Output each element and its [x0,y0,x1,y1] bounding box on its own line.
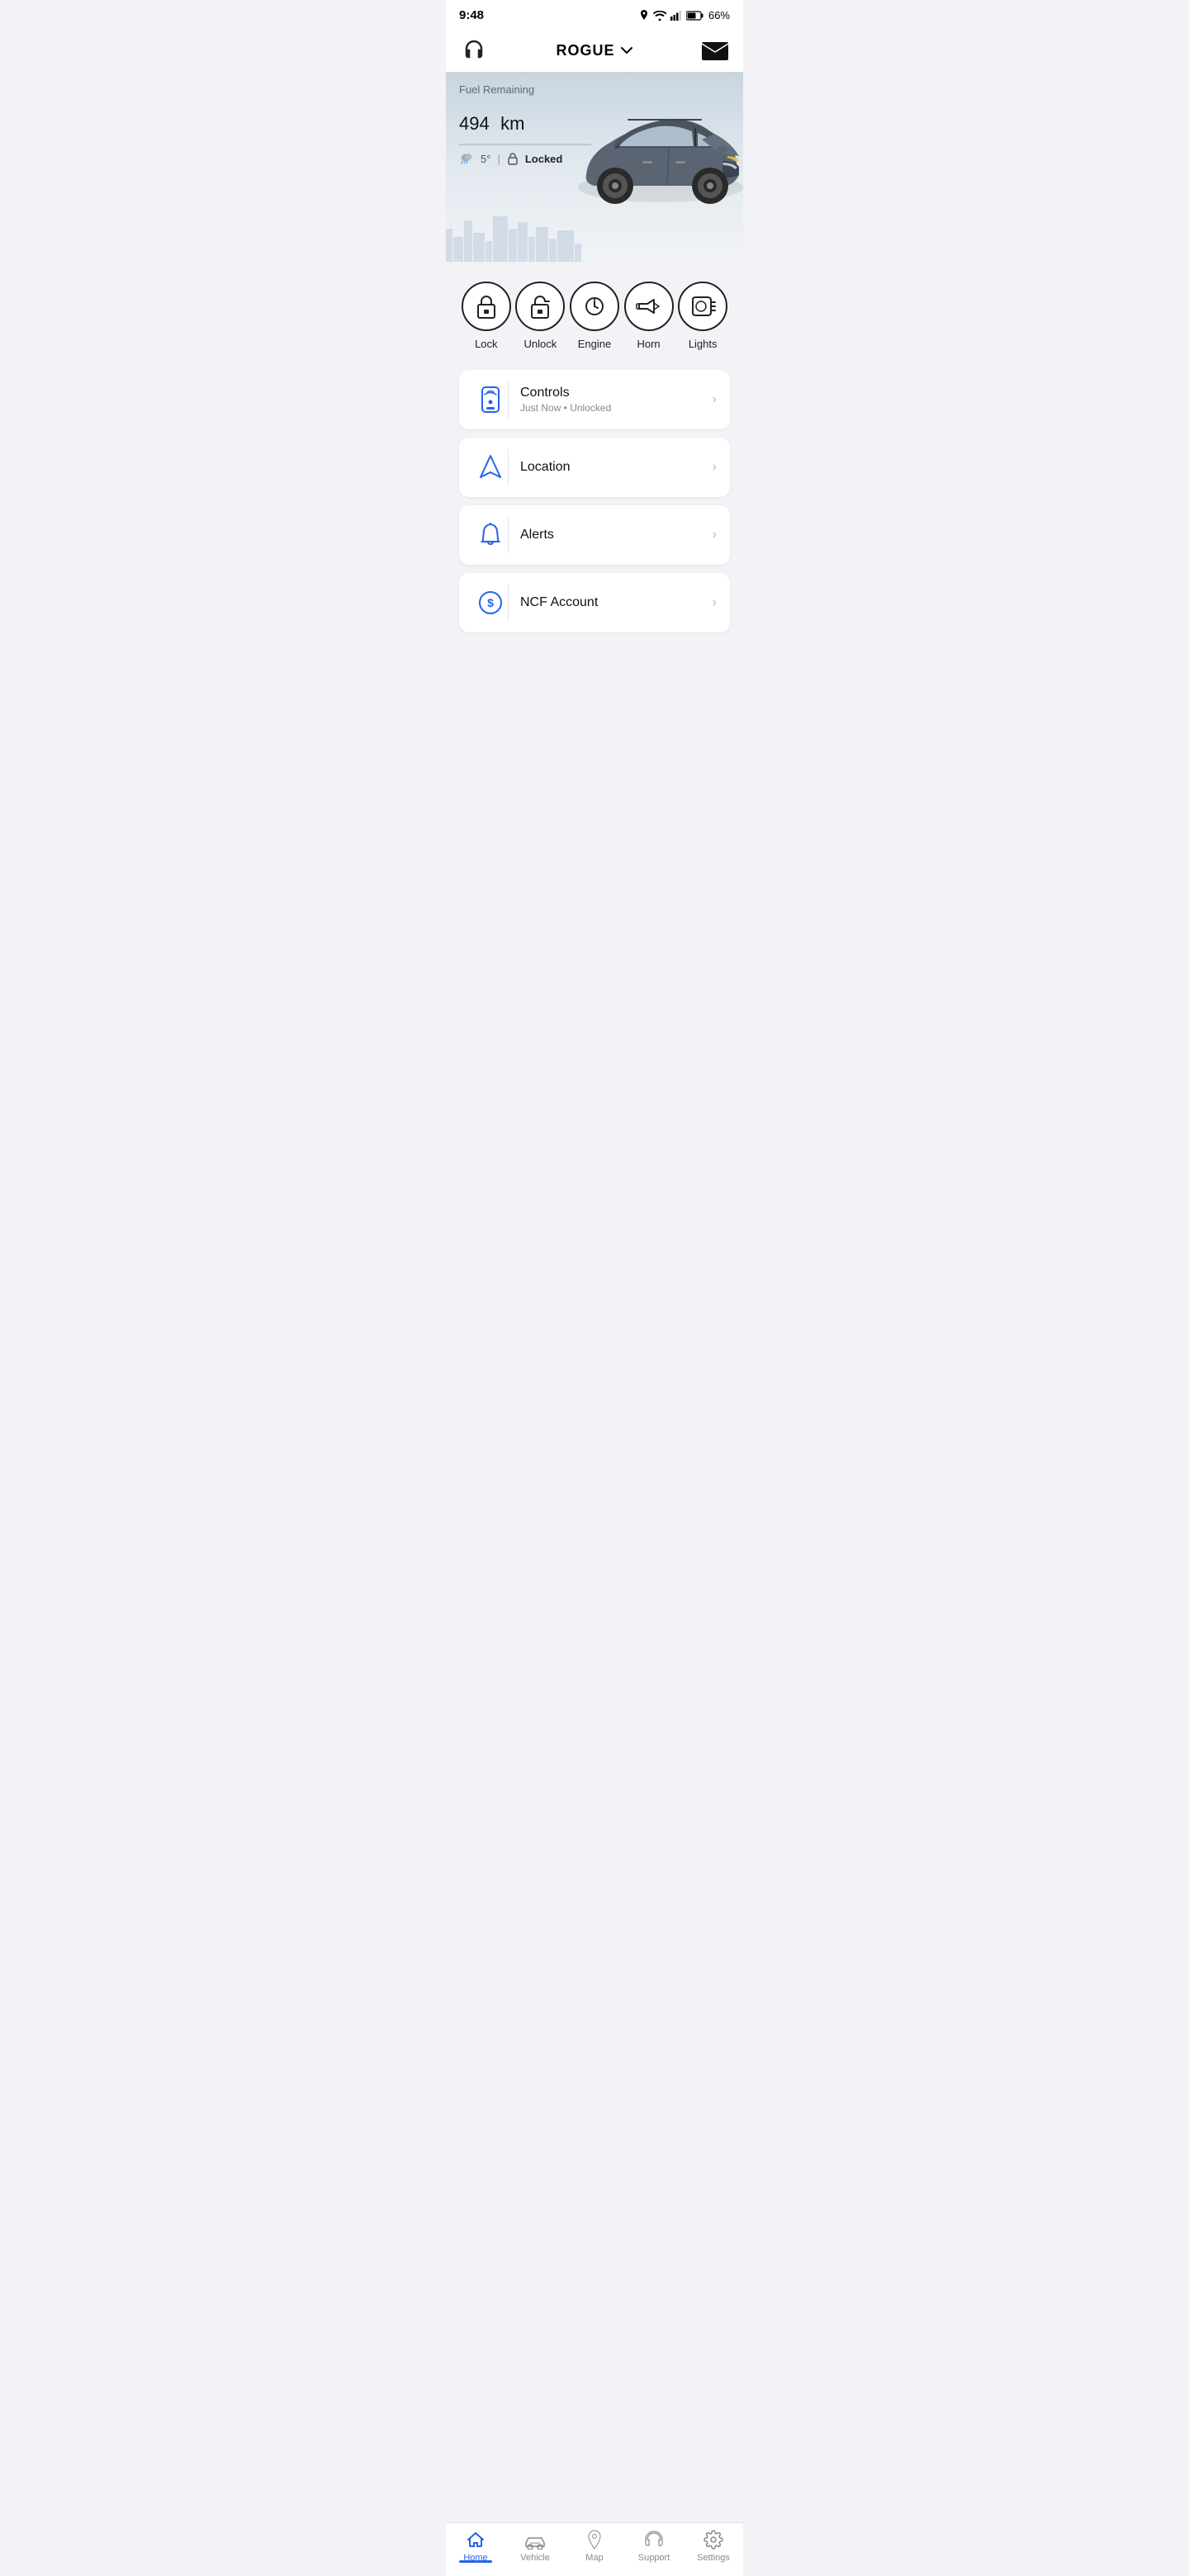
dollar-icon: $ [478,590,503,615]
nav-settings[interactable]: Settings [689,2530,738,2563]
battery-percent: 66% [708,9,730,21]
nav-support-label: Support [638,2553,670,2563]
controls-menu-item[interactable]: Controls Just Now • Unlocked › [459,370,730,429]
navigation-icon [479,454,502,481]
lock-status-icon [507,152,519,165]
alerts-text: Alerts [520,528,713,542]
map-pin-icon [587,2530,602,2550]
vehicle-name: ROGUE [556,42,614,59]
controls-icon-wrap [472,381,509,418]
controls-title: Controls [520,386,713,400]
alerts-menu-item[interactable]: Alerts › [459,505,730,565]
home-icon [466,2530,486,2550]
lock-button[interactable]: Lock [462,282,511,350]
vehicle-name-dropdown[interactable]: ROGUE [556,42,632,59]
status-icons: 66% [639,9,730,21]
controls-text: Controls Just Now • Unlocked [520,386,713,414]
engine-button[interactable]: Engine [570,282,619,350]
ncf-chevron: › [713,595,717,610]
weather-icon [459,153,474,164]
location-title: Location [520,460,713,475]
ncf-icon-wrap: $ [472,585,509,621]
nav-map-label: Map [585,2553,603,2563]
alerts-chevron: › [713,528,717,542]
engine-circle [570,282,619,331]
location-chevron: › [713,460,717,475]
lights-button[interactable]: Lights [678,282,727,350]
battery-icon [686,11,704,21]
signal-icon [670,11,682,21]
unlock-button[interactable]: Unlock [515,282,565,350]
location-text: Location [520,460,713,475]
controls-subtitle: Just Now • Unlocked [520,402,713,414]
location-pin-icon [639,10,649,21]
status-time: 9:48 [459,8,484,22]
nav-support[interactable]: Support [629,2530,679,2563]
engine-label: Engine [578,338,611,350]
ncf-title: NCF Account [520,595,713,610]
ncf-text: NCF Account [520,595,713,610]
temperature: 5° [481,153,490,165]
nav-home[interactable]: Home [451,2530,500,2563]
svg-text:$: $ [487,596,494,609]
horn-label: Horn [637,338,660,350]
remote-icon [479,386,502,414]
city-skyline [446,212,743,262]
controls-section: Lock Unlock Eng [446,262,743,370]
alerts-title: Alerts [520,528,713,542]
wifi-icon [653,11,666,21]
mail-icon[interactable] [700,39,730,62]
vehicle-icon [523,2535,547,2550]
lock-label: Lock [475,338,497,350]
bottom-nav: Home Vehicle Map Support Settings [446,2522,743,2576]
support-icon [643,2530,665,2550]
nav-vehicle[interactable]: Vehicle [510,2535,560,2563]
chevron-down-icon [620,46,633,54]
nav-home-indicator [459,2560,492,2563]
bell-icon [480,523,501,547]
nav-settings-label: Settings [697,2553,730,2563]
headset-icon[interactable] [459,36,489,65]
header: ROGUE [446,27,743,72]
controls-chevron: › [713,392,717,407]
lights-label: Lights [689,338,718,350]
horn-circle [624,282,674,331]
controls-row: Lock Unlock Eng [459,282,730,350]
lock-circle [462,282,511,331]
alerts-icon-wrap [472,517,509,553]
location-menu-item[interactable]: Location › [459,438,730,497]
lights-circle [678,282,727,331]
unlock-circle [515,282,565,331]
menu-section: Controls Just Now • Unlocked › Location … [446,370,743,632]
lock-status: Locked [525,153,563,165]
ncf-menu-item[interactable]: $ NCF Account › [459,573,730,632]
car-image [570,88,743,229]
hero-section: Fuel Remaining 494 km 5° | Locked [446,72,743,262]
status-bar: 9:48 66% [446,0,743,27]
unlock-label: Unlock [524,338,557,350]
location-icon-wrap [472,449,509,485]
settings-icon [703,2530,723,2550]
nav-map[interactable]: Map [570,2530,619,2563]
nav-vehicle-label: Vehicle [520,2553,549,2563]
horn-button[interactable]: Horn [624,282,674,350]
